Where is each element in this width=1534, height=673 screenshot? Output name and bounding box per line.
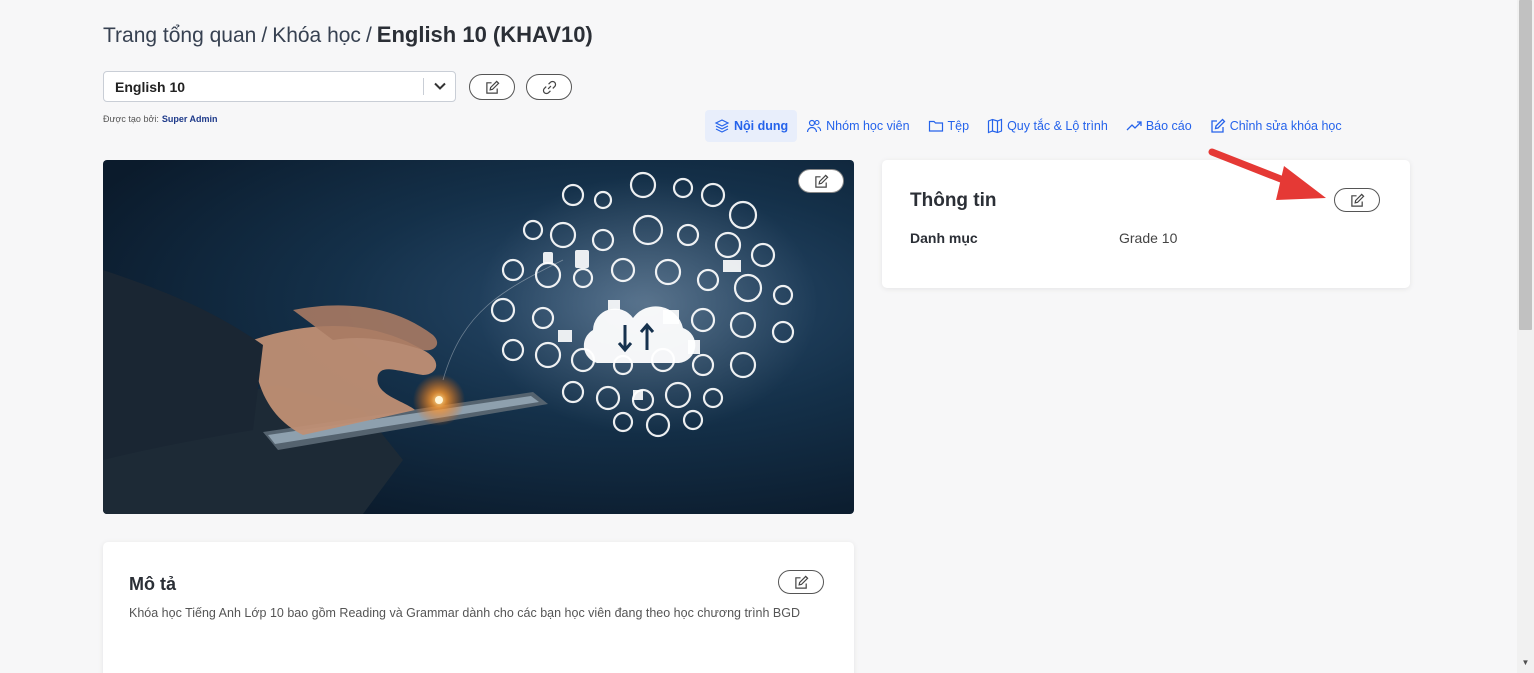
edit-course-button[interactable] [469,74,515,100]
tab-files-label: Tệp [947,119,970,133]
tab-edit-course[interactable]: Chỉnh sửa khóa học [1201,110,1351,142]
course-select-value: English 10 [115,78,186,95]
info-title: Thông tin [910,190,997,211]
description-text: Khóa học Tiếng Anh Lớp 10 bao gồm Readin… [129,606,801,620]
tab-content-label: Nội dung [734,119,789,133]
page-title: English 10 (KHAV10) [376,22,593,47]
red-arrow-annotation [1208,148,1326,200]
category-label: Danh mục [910,230,978,246]
created-by: Được tạo bởi: Super Admin [103,114,218,124]
tab-student-groups-label: Nhóm học viên [826,119,910,133]
tab-edit-course-label: Chỉnh sửa khóa học [1229,119,1342,133]
tab-rules-path-label: Quy tắc & Lộ trình [1007,119,1108,133]
breadcrumb-courses[interactable]: Khóa học [272,24,361,47]
page-scrollbar[interactable]: ▼ [1517,0,1534,673]
trend-icon [1126,121,1142,131]
course-select[interactable]: English 10 [103,71,456,102]
technology-cover-illustration [103,171,818,514]
edit-icon [814,174,828,188]
tab-reports-label: Báo cáo [1145,119,1192,133]
map-icon [987,118,1003,134]
layers-icon [714,119,730,133]
copy-link-button[interactable] [526,74,572,100]
course-nav: Nội dung Nhóm học viên Tệp Quy tắc & Lộ … [705,110,1351,142]
category-value: Grade 10 [1119,230,1178,246]
tab-rules-path[interactable]: Quy tắc & Lộ trình [978,110,1117,142]
tab-reports[interactable]: Báo cáo [1117,110,1201,142]
tab-content[interactable]: Nội dung [705,110,798,142]
breadcrumb-separator: / [365,24,372,47]
scrollbar-thumb[interactable] [1519,0,1532,330]
created-by-label: Được tạo bởi: [103,114,159,124]
link-icon [542,80,556,94]
course-cover-image [103,160,854,514]
breadcrumb-separator: / [261,24,268,47]
edit-icon [1350,193,1364,207]
breadcrumb: Trang tổng quan / Khóa học / English 10 (KHA… [103,22,593,48]
tab-files[interactable]: Tệp [919,110,979,142]
folder-icon [928,120,943,132]
scroll-down-arrow-icon[interactable]: ▼ [1517,658,1534,667]
tab-student-groups[interactable]: Nhóm học viên [797,110,918,142]
created-by-name[interactable]: Super Admin [162,114,218,124]
edit-cover-button[interactable] [798,169,844,193]
description-title: Mô tả [129,574,176,594]
description-card: Mô tả Khóa học Tiếng Anh Lớp 10 bao gồm … [103,542,854,673]
edit-icon [794,575,808,589]
edit-description-button[interactable] [778,570,824,594]
course-page: Trang tổng quan / Khóa học / English 10 (KHA… [0,0,1534,673]
edit-icon [485,80,499,94]
edit-info-button[interactable] [1334,188,1380,212]
users-icon [807,119,822,133]
breadcrumb-dashboard[interactable]: Trang tổng quan [103,24,256,47]
chevron-down-icon[interactable] [424,81,455,93]
edit-icon [1211,118,1226,133]
